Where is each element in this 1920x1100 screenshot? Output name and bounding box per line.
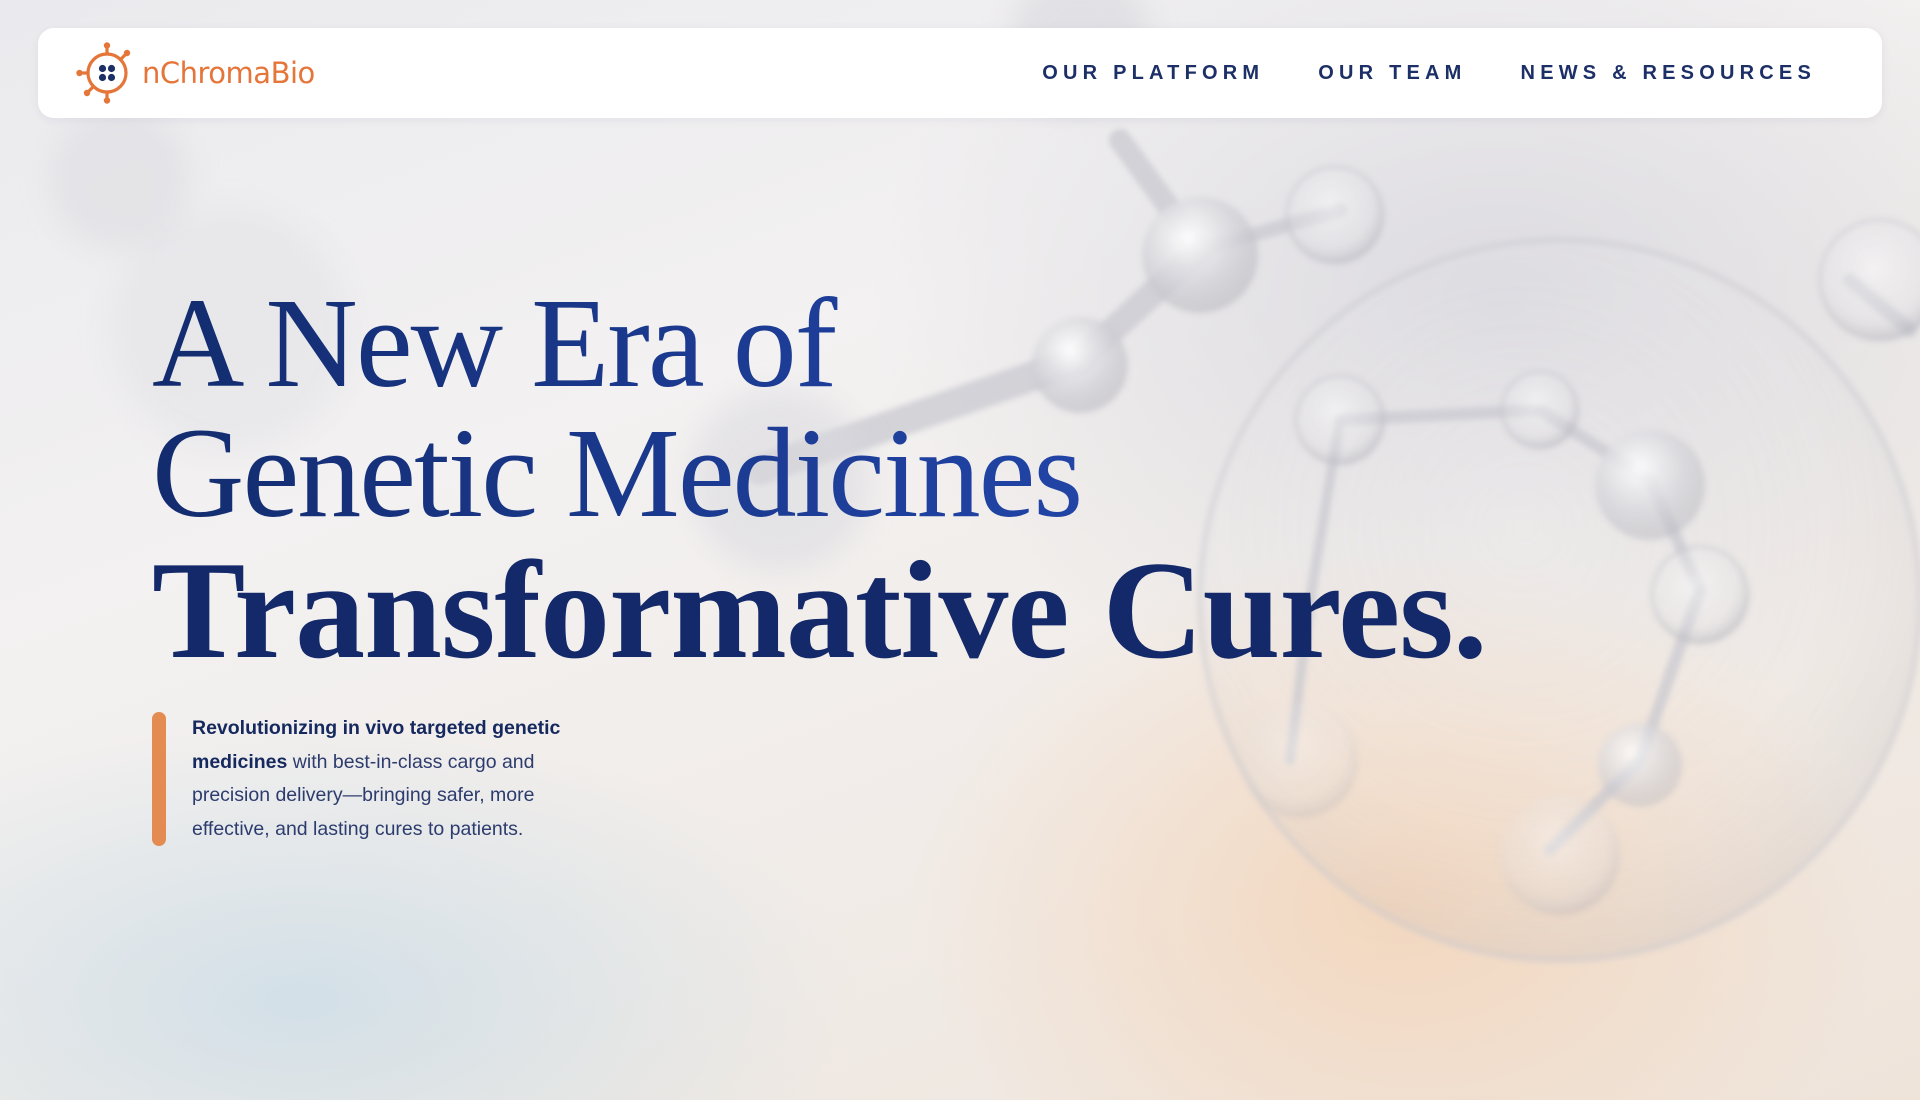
hero-headline-line-2: Genetic Medicines (152, 408, 1792, 538)
brand-name: nChromaBio (142, 56, 315, 90)
hero-lede: Revolutionizing in vivo targeted genetic… (152, 712, 612, 846)
lede-paragraph: Revolutionizing in vivo targeted genetic… (192, 712, 612, 846)
main-nav: OUR PLATFORM OUR TEAM NEWS & RESOURCES (1042, 62, 1816, 85)
nav-link-our-platform[interactable]: OUR PLATFORM (1042, 62, 1264, 85)
nav-link-news-resources[interactable]: NEWS & RESOURCES (1521, 62, 1816, 85)
brand-name-part-1: nChroma (142, 56, 271, 90)
hero-headline-line-3: Transformative Cures. (152, 533, 1488, 688)
nchromabio-logo-icon (76, 42, 131, 104)
lede-accent-bar (152, 712, 166, 846)
brand-name-part-2: Bio (270, 56, 316, 90)
brand-logo-link[interactable]: nChromaBio (76, 42, 315, 104)
hero-headline-line-1: A New Era of (152, 278, 1792, 408)
top-navigation-bar: nChromaBio OUR PLATFORM OUR TEAM NEWS & … (38, 28, 1882, 118)
hero-section: A New Era of Genetic Medicines Transform… (152, 278, 1792, 686)
nav-link-our-team[interactable]: OUR TEAM (1318, 62, 1466, 85)
